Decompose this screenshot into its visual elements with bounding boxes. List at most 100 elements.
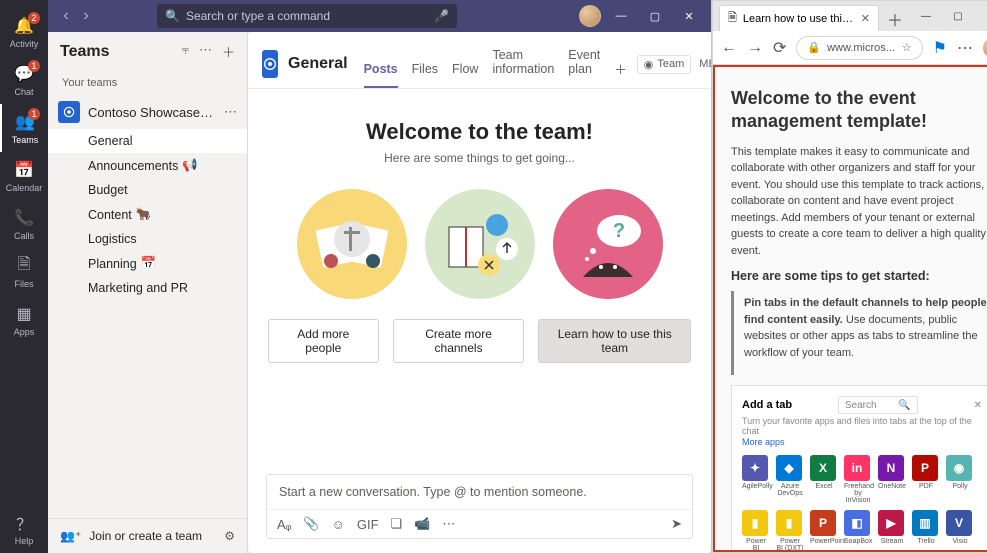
favorite-icon[interactable]: ☆ <box>902 41 912 54</box>
attach-icon[interactable]: 📎 <box>303 516 319 532</box>
team-privacy-pill[interactable]: ◉Team <box>637 55 692 74</box>
main-panel: General Posts Files Flow Team informatio… <box>248 32 711 553</box>
rail-apps[interactable]: ▦ Apps <box>0 296 48 344</box>
team-row[interactable]: Contoso Showcase Event ⋯ <box>48 95 247 129</box>
minimize-icon[interactable]: — <box>607 4 635 28</box>
welcome-subtitle: Here are some things to get going... <box>268 151 691 165</box>
edge-tab[interactable]: 🗎 Learn how to use this team ✕ <box>719 5 879 31</box>
meet-icon[interactable]: 📹 <box>414 516 430 532</box>
close-icon: ✕ <box>974 400 982 411</box>
app-tile: ◧SoapBox <box>844 510 872 552</box>
format-icon[interactable]: Aᵩ <box>277 517 291 532</box>
close-icon[interactable]: ✕ <box>975 5 987 27</box>
rail-help[interactable]: ？ Help <box>0 505 48 553</box>
help-icon: ？ <box>13 512 35 534</box>
create-channels-button[interactable]: Create more channels <box>393 319 525 363</box>
rail-activity[interactable]: 2 🔔 Activity <box>0 8 48 56</box>
channel-announcements[interactable]: Announcements📢 <box>48 153 247 178</box>
more-icon[interactable]: ⋯ <box>442 516 455 532</box>
badge: 2 <box>28 12 40 24</box>
rail-calls[interactable]: 📞 Calls <box>0 200 48 248</box>
maximize-icon[interactable]: ▢ <box>641 4 669 28</box>
rail-chat[interactable]: 1 💬 Chat <box>0 56 48 104</box>
avatar[interactable] <box>983 38 987 58</box>
add-icon[interactable]: ＋ <box>222 42 235 61</box>
close-icon[interactable]: ✕ <box>675 4 703 28</box>
titlebar: ‹ › 🔍 Search or type a command 🎤 — ▢ ✕ <box>48 0 711 32</box>
close-icon[interactable]: ✕ <box>861 12 870 25</box>
maximize-icon[interactable]: ▢ <box>943 5 973 27</box>
more-icon[interactable]: ⋯ <box>199 42 212 61</box>
channel-header: General Posts Files Flow Team informatio… <box>248 32 711 89</box>
tip-1: Pin tabs in the default channels to help… <box>731 291 987 375</box>
emoji-icon[interactable]: ☺ <box>332 517 345 532</box>
app-tile: NOneNote <box>878 455 906 504</box>
app-tile: PPDF <box>912 455 940 504</box>
rail-calendar[interactable]: 📅 Calendar <box>0 152 48 200</box>
tab-posts[interactable]: Posts <box>364 54 398 88</box>
search-input[interactable]: 🔍 Search or type a command 🎤 <box>157 4 457 28</box>
page-icon: 🗎 <box>728 9 737 28</box>
page-title: Welcome to the event management template… <box>731 87 987 134</box>
app-tile: ▥Trello <box>912 510 940 552</box>
channel-content[interactable]: Content🐂 <box>48 202 247 227</box>
forward-icon[interactable]: → <box>747 39 763 57</box>
tab-team-info[interactable]: Team information <box>492 40 554 88</box>
tab-flow[interactable]: Flow <box>452 54 478 88</box>
join-create-team[interactable]: 👥⁺ Join or create a team ⚙ <box>48 518 247 553</box>
lock-icon: 🔒 <box>807 41 821 54</box>
team-icon <box>58 101 80 123</box>
sticker-icon[interactable]: ❏ <box>391 516 403 532</box>
mbi-label: MBI <box>699 58 711 70</box>
rail-teams[interactable]: 1 👥 Teams <box>0 104 48 152</box>
url-input[interactable]: 🔒 www.micros... ☆ <box>796 36 922 60</box>
sidebar-title: Teams <box>60 43 110 61</box>
channel-icon <box>262 50 278 78</box>
mic-icon[interactable]: 🎤 <box>434 9 449 23</box>
tab-event-plan[interactable]: Event plan <box>568 40 600 88</box>
back-icon[interactable]: ‹ <box>56 7 76 25</box>
channel-general[interactable]: General <box>48 129 247 153</box>
more-icon[interactable]: ⋯ <box>957 38 973 58</box>
more-icon[interactable]: ⋯ <box>224 104 237 120</box>
welcome-area: Welcome to the team! Here are some thing… <box>248 89 711 464</box>
gif-icon[interactable]: GIF <box>357 517 379 532</box>
refresh-icon[interactable]: ⟳ <box>773 38 786 58</box>
search-icon: 🔍 <box>165 9 180 23</box>
app-tile: ▮Power BI <box>742 510 770 552</box>
app-tile: ◆Azure DevOps <box>776 455 804 504</box>
teams-app: ‹ › 🔍 Search or type a command 🎤 — ▢ ✕ T… <box>48 0 712 553</box>
channel-planning[interactable]: Planning📅 <box>48 251 247 276</box>
edge-tabstrip: 🗎 Learn how to use this team ✕ ＋ — ▢ ✕ <box>713 1 987 31</box>
new-tab-icon[interactable]: ＋ <box>883 7 907 31</box>
app-tile: ▮Power BI (DXT) <box>776 510 804 552</box>
edge-toolbar: ← → ⟳ 🔒 www.micros... ☆ ⚑ ⋯ <box>713 31 987 65</box>
filter-icon[interactable]: ⫧ <box>182 42 189 61</box>
channel-budget[interactable]: Budget <box>48 178 247 202</box>
illustration-learn: ? <box>553 189 663 299</box>
svg-text:?: ? <box>612 220 624 242</box>
add-people-button[interactable]: Add more people <box>268 319 379 363</box>
tips-heading: Here are some tips to get started: <box>731 269 987 283</box>
avatar[interactable] <box>579 5 601 27</box>
compose-input[interactable]: Start a new conversation. Type @ to ment… <box>267 475 692 510</box>
calendar-icon: 📅 <box>13 159 35 181</box>
channel-logistics[interactable]: Logistics <box>48 227 247 251</box>
tab-files[interactable]: Files <box>412 54 438 88</box>
apps-icon: ▦ <box>13 303 35 325</box>
app-tile: XExcel <box>810 455 838 504</box>
add-tab-icon[interactable]: ＋ <box>614 51 627 88</box>
globe-icon: ◉ <box>644 58 654 71</box>
forward-icon[interactable]: › <box>76 7 96 25</box>
collections-icon[interactable]: ⚑ <box>933 38 947 58</box>
gear-icon[interactable]: ⚙ <box>224 529 235 543</box>
phone-icon: 📞 <box>13 207 35 229</box>
minimize-icon[interactable]: — <box>911 5 941 27</box>
addtab-search: Search 🔍 <box>838 396 918 414</box>
channel-marketing[interactable]: Marketing and PR <box>48 276 247 300</box>
rail-files[interactable]: 🗎 Files <box>0 248 48 296</box>
send-icon[interactable]: ➤ <box>671 516 682 532</box>
app-tile: ▶Stream <box>878 510 906 552</box>
back-icon[interactable]: ← <box>721 39 737 57</box>
learn-team-button[interactable]: Learn how to use this team <box>538 319 691 363</box>
